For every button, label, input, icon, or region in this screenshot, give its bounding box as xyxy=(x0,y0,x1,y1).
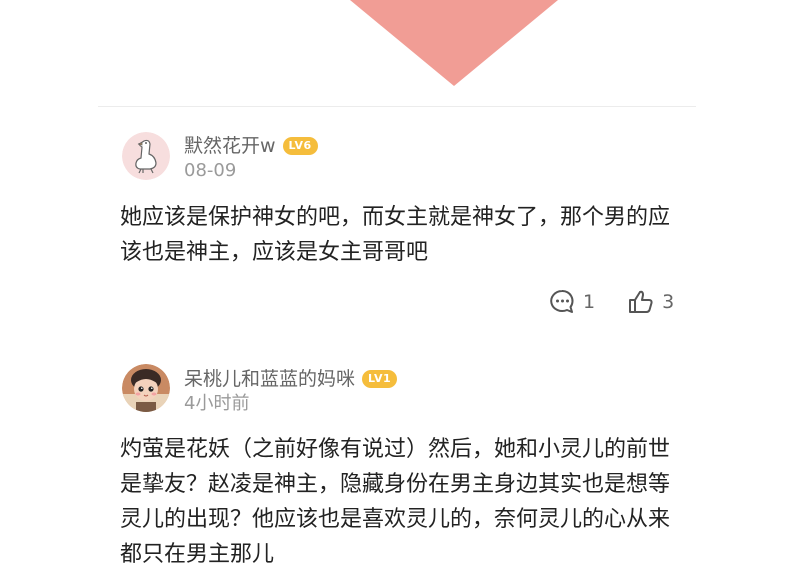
avatar[interactable] xyxy=(122,364,170,412)
timestamp: 08-09 xyxy=(184,160,237,181)
comment-bubble-icon xyxy=(550,290,574,313)
username[interactable]: 呆桃儿和蓝蓝的妈咪 xyxy=(184,367,355,391)
section-divider xyxy=(98,106,696,107)
timestamp: 4小时前 xyxy=(184,393,250,414)
like-button[interactable]: 3 xyxy=(627,288,674,316)
comment-text: 她应该是保护神女的吧，而女主就是神女了，那个男的应该也是神主，应该是女主哥哥吧 xyxy=(120,205,671,265)
level-badge: LV1 xyxy=(362,370,398,388)
level-badge: LV6 xyxy=(282,137,318,155)
avatar[interactable] xyxy=(122,132,170,180)
comment-page: 默然花开w LV6 08-09 她应该是保护神女的吧，而女主就是神女了，那个男的… xyxy=(0,0,800,576)
thumbs-up-icon xyxy=(629,290,653,313)
comment-text: 灼萤是花妖（之前好像有说过）然后，她和小灵儿的前世是挚友？赵凌是神主，隐藏身份在… xyxy=(120,437,671,567)
comment-actions: 1 3 xyxy=(548,288,674,316)
username[interactable]: 默然花开w xyxy=(184,134,276,158)
decorative-heart-shape xyxy=(350,0,558,86)
like-count: 3 xyxy=(662,291,675,313)
reply-count: 1 xyxy=(583,291,596,313)
doll-avatar-icon xyxy=(122,364,170,412)
goose-avatar-icon xyxy=(122,132,170,180)
reply-button[interactable]: 1 xyxy=(548,288,595,316)
